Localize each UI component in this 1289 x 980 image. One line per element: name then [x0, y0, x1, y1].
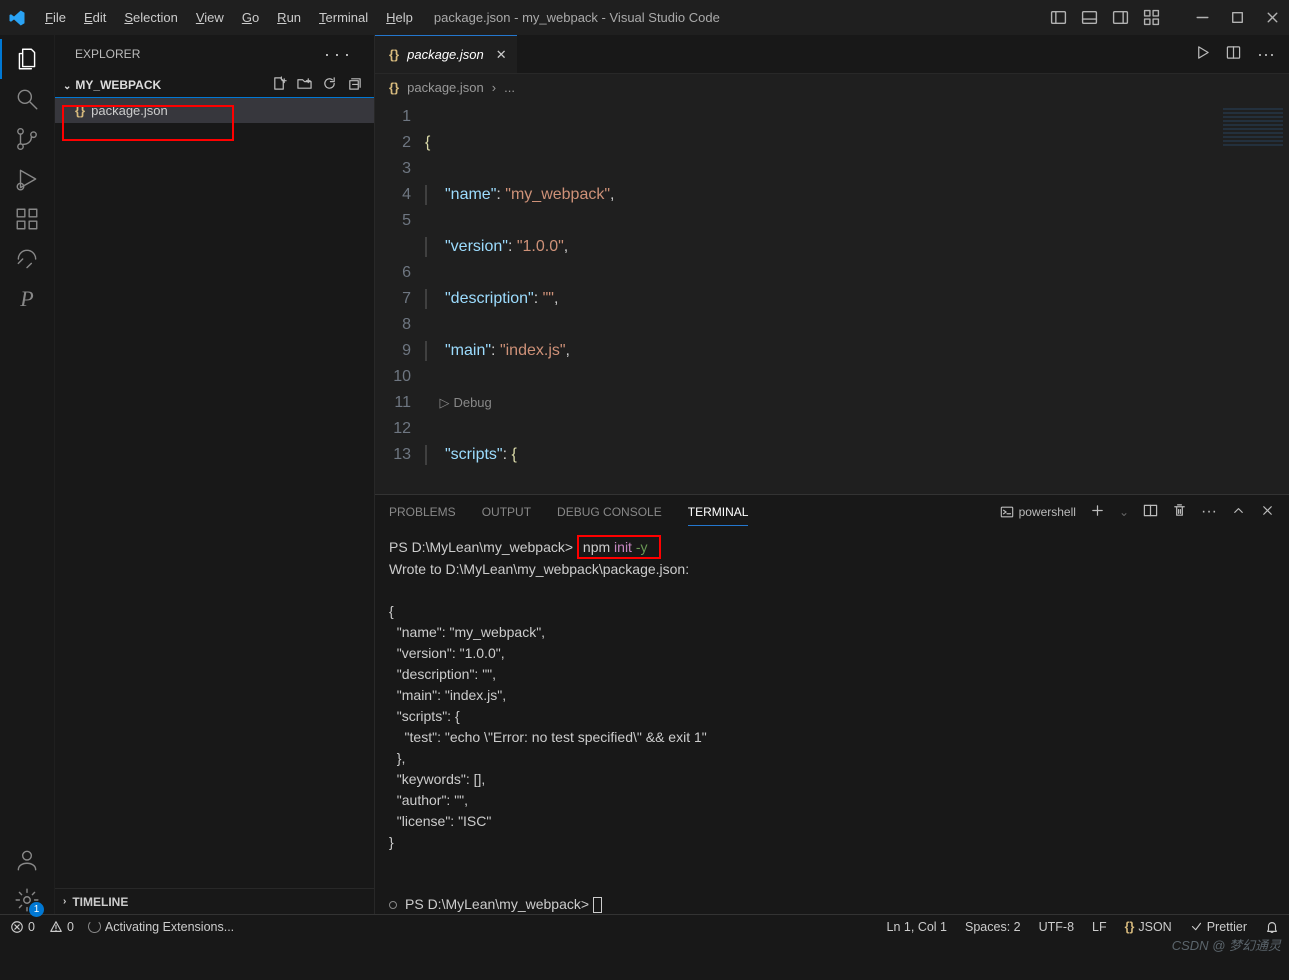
terminal-output[interactable]: PS D:\MyLean\my_webpack> npm init -y Wro… — [375, 529, 1289, 914]
status-spaces[interactable]: Spaces: 2 — [965, 920, 1021, 934]
menu-run[interactable]: Run — [270, 6, 308, 29]
menu-selection[interactable]: Selection — [117, 6, 184, 29]
status-lang[interactable]: {} JSON — [1125, 920, 1172, 934]
debug-codelens[interactable]: ▷Debug — [425, 390, 1289, 416]
menu-go[interactable]: Go — [235, 6, 266, 29]
titlebar: File Edit Selection View Go Run Terminal… — [0, 0, 1289, 35]
new-file-icon[interactable] — [272, 76, 287, 94]
tabs-row: {} package.json ✕ ··· — [375, 35, 1289, 74]
panel-more-icon[interactable]: ··· — [1201, 503, 1217, 521]
editor-group: {} package.json ✕ ··· {} package.json › … — [375, 35, 1289, 914]
maximize-icon[interactable] — [1229, 9, 1246, 26]
tab-package-json[interactable]: {} package.json ✕ — [375, 35, 517, 73]
status-notifications-icon[interactable] — [1265, 920, 1279, 934]
json-file-icon: {} — [389, 47, 399, 62]
folder-name: ⌄MY_WEBPACK — [63, 78, 161, 92]
bottom-panel: PROBLEMS OUTPUT DEBUG CONSOLE TERMINAL p… — [375, 494, 1289, 914]
folder-header[interactable]: ⌄MY_WEBPACK — [55, 73, 374, 97]
new-folder-icon[interactable] — [297, 76, 312, 94]
split-editor-icon[interactable] — [1226, 45, 1241, 63]
status-warnings[interactable]: 0 — [49, 920, 74, 934]
line-gutter: 12345678910111213 — [375, 100, 425, 494]
annotation-box-2: npm init -y — [577, 535, 661, 559]
collapse-all-icon[interactable] — [347, 76, 362, 94]
new-terminal-icon[interactable] — [1090, 503, 1105, 521]
tab-label: package.json — [407, 47, 484, 62]
editor-more-icon[interactable]: ··· — [1257, 44, 1275, 65]
breadcrumb-more: ... — [504, 80, 515, 95]
vscode-logo-icon — [8, 9, 26, 27]
folder-actions — [272, 76, 362, 94]
settings-badge: 1 — [29, 902, 44, 917]
code-editor[interactable]: 12345678910111213 { "name": "my_webpack"… — [375, 100, 1289, 494]
kill-terminal-icon[interactable] — [1172, 503, 1187, 521]
menu-terminal[interactable]: Terminal — [312, 6, 375, 29]
maximize-panel-icon[interactable] — [1231, 503, 1246, 521]
watermark: CSDN @ 梦幻通灵 — [1172, 935, 1281, 954]
terminal-shell-label[interactable]: powershell — [1000, 505, 1076, 519]
breadcrumb-sep: › — [492, 80, 496, 95]
breadcrumb[interactable]: {} package.json › ... — [375, 74, 1289, 100]
activity-settings-icon[interactable]: 1 — [13, 886, 41, 914]
status-encoding[interactable]: UTF-8 — [1039, 920, 1074, 934]
menu-file[interactable]: File — [38, 6, 73, 29]
activity-run-debug-icon[interactable] — [13, 165, 41, 193]
split-terminal-icon[interactable] — [1143, 503, 1158, 521]
refresh-icon[interactable] — [322, 76, 337, 94]
activity-explorer-icon[interactable] — [13, 45, 41, 73]
menu-help[interactable]: Help — [379, 6, 420, 29]
menu-edit[interactable]: Edit — [77, 6, 113, 29]
close-panel-icon[interactable] — [1260, 503, 1275, 521]
activity-bar: P 1 — [0, 35, 55, 914]
tab-output[interactable]: OUTPUT — [482, 499, 531, 525]
status-eol[interactable]: LF — [1092, 920, 1107, 934]
sidebar-header: EXPLORER ··· — [55, 35, 374, 73]
run-icon[interactable] — [1195, 45, 1210, 63]
status-errors[interactable]: 0 — [10, 920, 35, 934]
spinner-icon — [88, 920, 101, 933]
activity-p-icon[interactable]: P — [13, 285, 41, 313]
activity-source-control-icon[interactable] — [13, 125, 41, 153]
tab-problems[interactable]: PROBLEMS — [389, 499, 456, 525]
layout-icons — [1050, 9, 1160, 26]
file-name: package.json — [91, 103, 168, 118]
layout-customize-icon[interactable] — [1143, 9, 1160, 26]
layout-panel-icon[interactable] — [1081, 9, 1098, 26]
menu-view[interactable]: View — [189, 6, 231, 29]
status-bar: 0 0 Activating Extensions... Ln 1, Col 1… — [0, 914, 1289, 938]
status-activating: Activating Extensions... — [88, 920, 234, 934]
sidebar: EXPLORER ··· ⌄MY_WEBPACK {} package.json… — [55, 35, 375, 914]
sidebar-title: EXPLORER — [75, 47, 140, 61]
close-icon[interactable] — [1264, 9, 1281, 26]
tab-terminal[interactable]: TERMINAL — [688, 499, 749, 526]
activity-remote-icon[interactable] — [13, 245, 41, 273]
json-file-icon: {} — [75, 103, 85, 118]
activity-extensions-icon[interactable] — [13, 205, 41, 233]
json-file-icon: {} — [389, 80, 399, 95]
editor-actions: ··· — [1181, 35, 1289, 73]
layout-sidebar-right-icon[interactable] — [1112, 9, 1129, 26]
tab-debug-console[interactable]: DEBUG CONSOLE — [557, 499, 662, 525]
activity-accounts-icon[interactable] — [13, 846, 41, 874]
window-controls — [1194, 9, 1281, 26]
minimap[interactable] — [1223, 108, 1283, 148]
activity-search-icon[interactable] — [13, 85, 41, 113]
status-prettier[interactable]: Prettier — [1190, 920, 1247, 934]
timeline-header[interactable]: ›TIMELINE — [55, 888, 374, 914]
sidebar-more-icon[interactable]: ··· — [324, 44, 354, 65]
breadcrumb-file: package.json — [407, 80, 484, 95]
window-title: package.json - my_webpack - Visual Studi… — [434, 10, 1046, 25]
minimize-icon[interactable] — [1194, 9, 1211, 26]
layout-sidebar-left-icon[interactable] — [1050, 9, 1067, 26]
status-ln-col[interactable]: Ln 1, Col 1 — [887, 920, 947, 934]
tab-close-icon[interactable]: ✕ — [496, 47, 507, 63]
file-item-package-json[interactable]: {} package.json — [55, 97, 374, 123]
panel-tabs: PROBLEMS OUTPUT DEBUG CONSOLE TERMINAL p… — [375, 495, 1289, 529]
code-content: { "name": "my_webpack", "version": "1.0.… — [425, 100, 1289, 494]
